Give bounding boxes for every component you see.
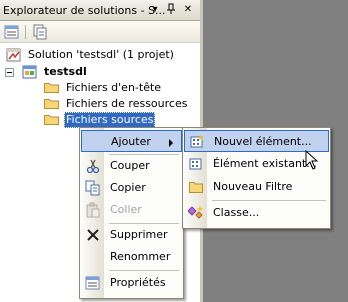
menu-item-coller[interactable]: Coller <box>81 199 182 221</box>
add-submenu: Nouvel élément... Élément existant... No… <box>182 127 331 229</box>
menu-item-label: Ajouter <box>111 135 151 148</box>
mouse-cursor-icon <box>305 150 319 170</box>
submenu-arrow-icon <box>169 139 173 147</box>
menu-item-label: Élément existant... <box>213 157 317 170</box>
menu-item-nouvel-element[interactable]: Nouvel élément... <box>184 130 329 152</box>
solution-explorer-titlebar: Explorateur de solutions - S... ▾ ✕ <box>0 0 200 21</box>
toolbar-separator <box>25 25 26 39</box>
class-icon <box>187 205 204 221</box>
menu-separator <box>212 200 326 201</box>
folder-icon <box>188 179 204 195</box>
menu-item-ajouter[interactable]: Ajouter <box>81 130 182 152</box>
project-icon <box>22 64 38 80</box>
menu-item-label: Classe... <box>213 206 260 219</box>
delete-icon <box>85 227 101 243</box>
folder-label: Fichiers d'en-tête <box>66 81 162 94</box>
copy-icon <box>85 180 101 196</box>
folder-label: Fichiers de ressources <box>66 97 188 110</box>
collapse-toggle[interactable] <box>5 68 14 77</box>
menu-item-supprimer[interactable]: Supprimer <box>81 224 182 246</box>
menu-item-classe[interactable]: Classe... <box>184 202 329 224</box>
menu-item-label: Nouvel élément... <box>214 135 312 148</box>
menu-item-label: Nouveau Filtre <box>213 180 293 193</box>
menu-item-proprietes[interactable]: Propriétés <box>81 272 182 294</box>
properties-icon <box>85 275 101 291</box>
menu-item-couper[interactable]: Couper <box>81 155 182 177</box>
solution-explorer-toolbar <box>0 21 200 43</box>
menu-item-nouveau-filtre[interactable]: Nouveau Filtre <box>184 176 329 198</box>
folder-icon <box>44 99 59 109</box>
pin-icon[interactable] <box>164 3 178 17</box>
folder-label: Fichiers sources <box>64 112 156 128</box>
menu-item-label: Copier <box>110 181 146 194</box>
menu-item-label: Renommer <box>110 250 171 263</box>
solution-icon <box>6 47 22 63</box>
scissors-icon <box>85 158 101 174</box>
menu-item-label: Propriétés <box>110 276 166 289</box>
new-item-icon <box>189 134 205 150</box>
chevron-down-icon[interactable]: ▾ <box>148 3 162 17</box>
paste-icon <box>85 202 101 218</box>
solution-label: Solution 'testsdl' (1 projet) <box>28 48 174 61</box>
project-label: testsdl <box>44 65 87 78</box>
menu-item-copier[interactable]: Copier <box>81 177 182 199</box>
menu-item-label: Supprimer <box>110 228 168 241</box>
folder-icon <box>44 115 59 125</box>
show-all-files-icon[interactable] <box>32 24 48 40</box>
menu-item-label: Couper <box>110 159 150 172</box>
folder-icon <box>44 83 59 93</box>
context-menu: Ajouter Couper Copier Coller Supprimer R… <box>79 127 184 299</box>
close-icon[interactable]: ✕ <box>181 3 195 17</box>
menu-separator <box>109 270 179 271</box>
panel-title: Explorateur de solutions - S... <box>3 4 166 17</box>
properties-icon[interactable] <box>4 24 20 40</box>
menu-item-renommer[interactable]: Renommer <box>81 246 182 268</box>
existing-item-icon <box>188 156 204 172</box>
menu-item-label: Coller <box>110 203 142 216</box>
